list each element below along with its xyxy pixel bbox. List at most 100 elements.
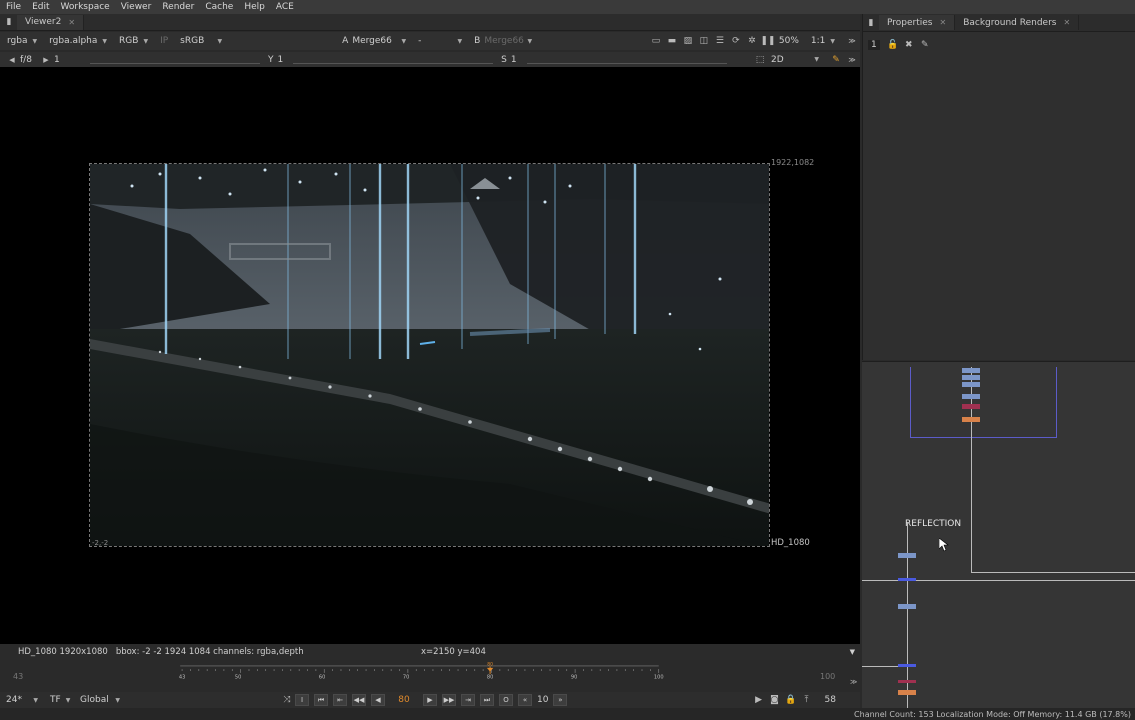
node[interactable] [962, 404, 980, 409]
a-input-dropdown[interactable]: A Merge66 ▼ [339, 35, 409, 48]
ratio-dropdown[interactable]: 1:1 ▼ [808, 35, 838, 48]
overlay-icon[interactable]: ◫ [698, 35, 710, 47]
wipe-op-dropdown[interactable]: - ▼ [415, 35, 465, 48]
end-frame-field[interactable]: 58 [825, 695, 836, 705]
gamma-value[interactable]: 1 [277, 55, 283, 65]
mode-dropdown[interactable]: 2D ▼ [768, 53, 822, 66]
viewer-canvas[interactable]: 1922,1082 -2,-2 HD_1080 [0, 67, 860, 644]
in-point-button[interactable]: I [295, 694, 309, 706]
tab-properties[interactable]: Properties ✕ [879, 15, 956, 30]
expand-icon[interactable]: ≫ [846, 35, 858, 47]
arrow-right-icon[interactable]: ▶ [40, 54, 52, 66]
out-point-button[interactable]: O [499, 694, 513, 706]
step-size-field[interactable]: 10 [537, 695, 548, 705]
refresh-icon[interactable]: ⟳ [730, 35, 742, 47]
menu-ace[interactable]: ACE [276, 2, 294, 12]
node[interactable] [898, 604, 916, 609]
display-dropdown[interactable]: RGB ▼ [116, 35, 151, 48]
b-input-dropdown[interactable]: B Merge66 ▼ [471, 35, 535, 48]
fstop-value[interactable]: f/8 [20, 55, 32, 65]
timeline-ruler[interactable]: 43 50 60 70 80 90 100 80 [42, 661, 802, 680]
menu-render[interactable]: Render [162, 2, 194, 12]
close-icon[interactable]: ✕ [68, 18, 75, 27]
chevron-down-icon: ▼ [814, 56, 819, 63]
close-icon[interactable]: ✕ [939, 18, 946, 27]
playback-mode-icon[interactable]: ⤨ [281, 694, 293, 706]
tab-viewer2[interactable]: Viewer2 ✕ [17, 14, 85, 30]
timeline[interactable]: 43 43 50 60 70 80 90 100 80 100 ≫ [0, 660, 860, 692]
expand-icon[interactable]: ≫ [846, 54, 858, 66]
guides-icon[interactable]: ▬ [666, 35, 678, 47]
play-forward-button[interactable]: ▶ [423, 694, 437, 706]
menu-edit[interactable]: Edit [32, 2, 49, 12]
gamma-slider[interactable] [293, 55, 494, 64]
crop-icon[interactable]: ⬚ [754, 54, 766, 66]
node-graph[interactable]: REFLECTION [862, 361, 1135, 709]
info-expand-icon[interactable]: ▼ [850, 648, 855, 656]
paint-brush-icon[interactable]: ✎ [830, 54, 842, 66]
menu-cache[interactable]: Cache [205, 2, 233, 12]
clear-panels-icon[interactable]: ✖ [903, 39, 915, 51]
alpha-dropdown[interactable]: rgba.alpha ▼ [46, 35, 110, 48]
gain-value[interactable]: 1 [54, 55, 80, 65]
backdrop-node[interactable] [910, 367, 1057, 438]
node[interactable] [962, 382, 980, 387]
timeline-end-box[interactable]: 100 [820, 672, 835, 681]
lock-icon[interactable]: 🔓 [887, 39, 899, 51]
pane-menu-icon[interactable]: ▮ [3, 16, 15, 28]
arrow-left-icon[interactable]: ◀ [6, 54, 18, 66]
zoom-dropdown[interactable]: 50% [776, 35, 802, 48]
menu-viewer[interactable]: Viewer [121, 2, 152, 12]
next-keyframe-button[interactable]: ⇥ [461, 694, 475, 706]
pause-icon[interactable]: ❚❚ [760, 35, 775, 47]
menu-file[interactable]: File [6, 2, 21, 12]
menu-help[interactable]: Help [244, 2, 265, 12]
flipbook-icon[interactable]: ▶ [753, 694, 765, 706]
node[interactable] [898, 690, 916, 695]
menu-workspace[interactable]: Workspace [61, 2, 110, 12]
tab-background-renders[interactable]: Background Renders ✕ [955, 15, 1080, 30]
playhead[interactable]: 80 [486, 661, 494, 675]
go-start-button[interactable]: ⏮ [314, 694, 328, 706]
record-icon[interactable]: ◙ [769, 694, 781, 706]
node[interactable] [898, 680, 916, 683]
gain-slider[interactable] [89, 55, 260, 64]
next-frame-step-button[interactable]: ▶▶ [442, 694, 456, 706]
max-panels-field[interactable]: 1 [868, 40, 880, 50]
pencil-icon[interactable]: ✎ [919, 39, 931, 51]
prev-frame-step-button[interactable]: ◀◀ [352, 694, 366, 706]
current-frame-field[interactable]: 80 [390, 695, 418, 705]
go-end-button[interactable]: ⏭ [480, 694, 494, 706]
node[interactable] [898, 553, 916, 558]
close-icon[interactable]: ✕ [1063, 18, 1070, 27]
tf-dropdown[interactable]: TF ▼ [47, 694, 71, 707]
saturation-slider[interactable] [526, 55, 727, 64]
timeline-start-box[interactable]: 43 [13, 672, 23, 681]
node[interactable] [962, 375, 980, 380]
node[interactable] [962, 368, 980, 373]
roi-icon[interactable]: ▭ [650, 35, 662, 47]
colorspace-dropdown[interactable]: sRGB ▼ [177, 35, 225, 48]
node[interactable] [898, 578, 916, 581]
pane-menu-icon[interactable]: ▮ [865, 17, 877, 29]
ip-toggle[interactable]: IP [157, 35, 171, 48]
fps-dropdown[interactable]: 24* ▼ [3, 694, 41, 707]
b-input-value: Merge66 [484, 36, 524, 46]
saturation-value[interactable]: 1 [511, 55, 517, 65]
step-forward-button[interactable]: » [553, 694, 568, 706]
reflection-backdrop-label[interactable]: REFLECTION [905, 519, 961, 529]
expand-icon[interactable]: ≫ [850, 678, 857, 686]
mask-icon[interactable]: ▨ [682, 35, 694, 47]
lut-icon[interactable]: ☰ [714, 35, 726, 47]
settings-icon[interactable]: ✲ [746, 35, 758, 47]
node[interactable] [962, 417, 980, 422]
channels-dropdown[interactable]: rgba ▼ [4, 35, 40, 48]
export-icon[interactable]: ⤒ [801, 694, 813, 706]
node[interactable] [962, 394, 980, 399]
prev-keyframe-button[interactable]: ⇤ [333, 694, 347, 706]
node[interactable] [898, 664, 916, 667]
play-backward-button[interactable]: ◀ [371, 694, 385, 706]
global-dropdown[interactable]: Global ▼ [77, 694, 123, 707]
lock-icon[interactable]: 🔒 [785, 694, 797, 706]
step-back-button[interactable]: « [518, 694, 532, 706]
